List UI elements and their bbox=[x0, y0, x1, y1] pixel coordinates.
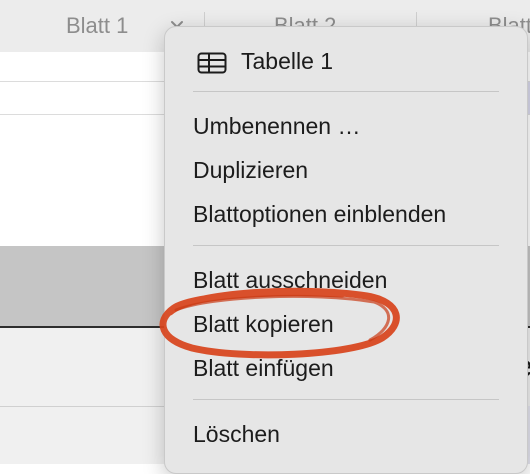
menu-item-cut-sheet[interactable]: Blatt ausschneiden bbox=[193, 263, 387, 297]
table-icon bbox=[197, 52, 227, 74]
sheet-context-menu: Tabelle 1 Umbenennen … Duplizieren Blatt… bbox=[164, 26, 528, 474]
menu-item-rename[interactable]: Umbenennen … bbox=[193, 109, 361, 143]
menu-item-delete[interactable]: Löschen bbox=[193, 417, 280, 451]
tab-blatt-1[interactable]: Blatt 1 bbox=[66, 0, 128, 52]
menu-item-paste-sheet[interactable]: Blatt einfügen bbox=[193, 351, 334, 385]
menu-item-show-sheet-options[interactable]: Blattoptionen einblenden bbox=[193, 197, 446, 231]
menu-separator bbox=[193, 399, 499, 400]
menu-item-duplicate[interactable]: Duplizieren bbox=[193, 153, 308, 187]
menu-table-item[interactable]: Tabelle 1 bbox=[241, 44, 333, 78]
menu-item-copy-sheet[interactable]: Blatt kopieren bbox=[193, 307, 334, 341]
menu-separator bbox=[193, 91, 499, 92]
menu-separator bbox=[193, 245, 499, 246]
